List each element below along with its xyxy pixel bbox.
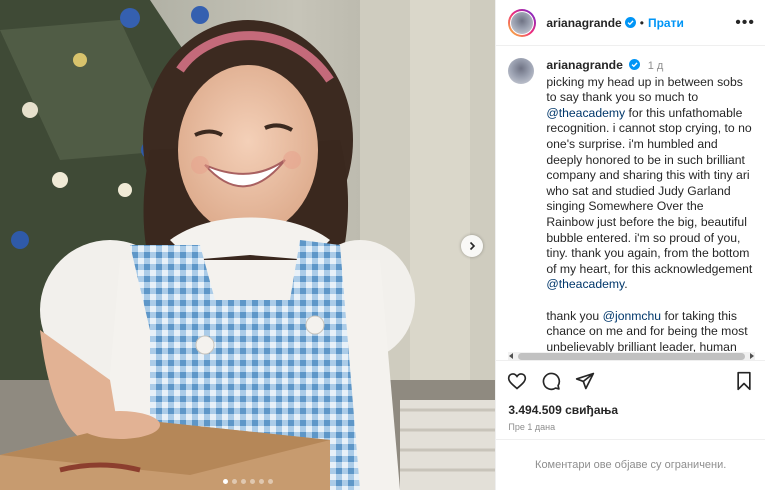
caption-text-segment: picking my head up in between sobs to sa…	[546, 74, 743, 105]
separator-dot: •	[639, 15, 644, 30]
chevron-right-icon	[469, 241, 476, 251]
caption-paragraph: picking my head up in between sobs to sa…	[546, 75, 753, 293]
post-media[interactable]	[0, 0, 496, 490]
caption-text-segment: thank you	[546, 308, 603, 323]
carousel-dot	[258, 479, 264, 484]
verified-badge-icon	[629, 59, 641, 70]
caption-text-segment: for this unfathomable recognition. i can…	[546, 105, 753, 276]
mention-link[interactable]: @theacademy	[546, 106, 625, 120]
author-avatar[interactable]	[508, 8, 537, 37]
carousel-dot	[222, 479, 228, 484]
caption-area: arianagrande 1 д picking my head up in b…	[496, 46, 765, 360]
heart-icon	[508, 373, 527, 390]
caption-text-segment: .	[624, 277, 628, 292]
instagram-post: arianagrande • Прати ••• arianagrande 1 …	[0, 0, 765, 490]
verified-badge-icon	[624, 17, 636, 28]
more-options-icon[interactable]: •••	[735, 14, 755, 32]
caption-username[interactable]: arianagrande	[546, 58, 623, 72]
comment-button[interactable]	[540, 370, 562, 392]
carousel-indicator	[0, 479, 495, 484]
save-button[interactable]	[733, 370, 755, 392]
scroll-right-arrow-icon[interactable]	[750, 353, 754, 359]
mention-link[interactable]: @theacademy	[546, 277, 624, 291]
caption-avatar[interactable]	[508, 58, 535, 84]
bookmark-icon	[737, 371, 751, 391]
comment-icon	[543, 372, 561, 391]
share-button[interactable]	[574, 370, 596, 392]
scroll-thumb[interactable]	[518, 353, 745, 360]
carousel-dot	[231, 479, 237, 484]
send-icon	[576, 372, 595, 390]
next-image-button[interactable]	[461, 235, 483, 257]
mention-link[interactable]: @jonmchu	[603, 309, 661, 323]
post-photo	[0, 0, 496, 490]
carousel-dot	[249, 479, 255, 484]
likes-count[interactable]: 3.494.509 свиђања	[496, 401, 765, 419]
post-header: arianagrande • Прати •••	[496, 0, 765, 46]
horizontal-scrollbar[interactable]	[508, 352, 755, 360]
like-button[interactable]	[506, 370, 528, 392]
author-username[interactable]: arianagrande	[546, 16, 621, 30]
caption-text: picking my head up in between sobs to sa…	[546, 75, 753, 360]
caption-time[interactable]: 1 д	[648, 60, 664, 72]
comments-disabled-notice: Коментари ове објаве су ограничени.	[496, 439, 765, 490]
action-bar	[496, 360, 765, 401]
carousel-dot	[240, 479, 246, 484]
follow-button[interactable]: Прати	[648, 16, 684, 30]
scroll-left-arrow-icon[interactable]	[509, 353, 514, 359]
post-sidebar: arianagrande • Прати ••• arianagrande 1 …	[495, 0, 765, 490]
carousel-dot	[267, 479, 273, 484]
post-date[interactable]: Пре 1 дана	[496, 419, 765, 439]
avatar-image	[511, 11, 534, 34]
